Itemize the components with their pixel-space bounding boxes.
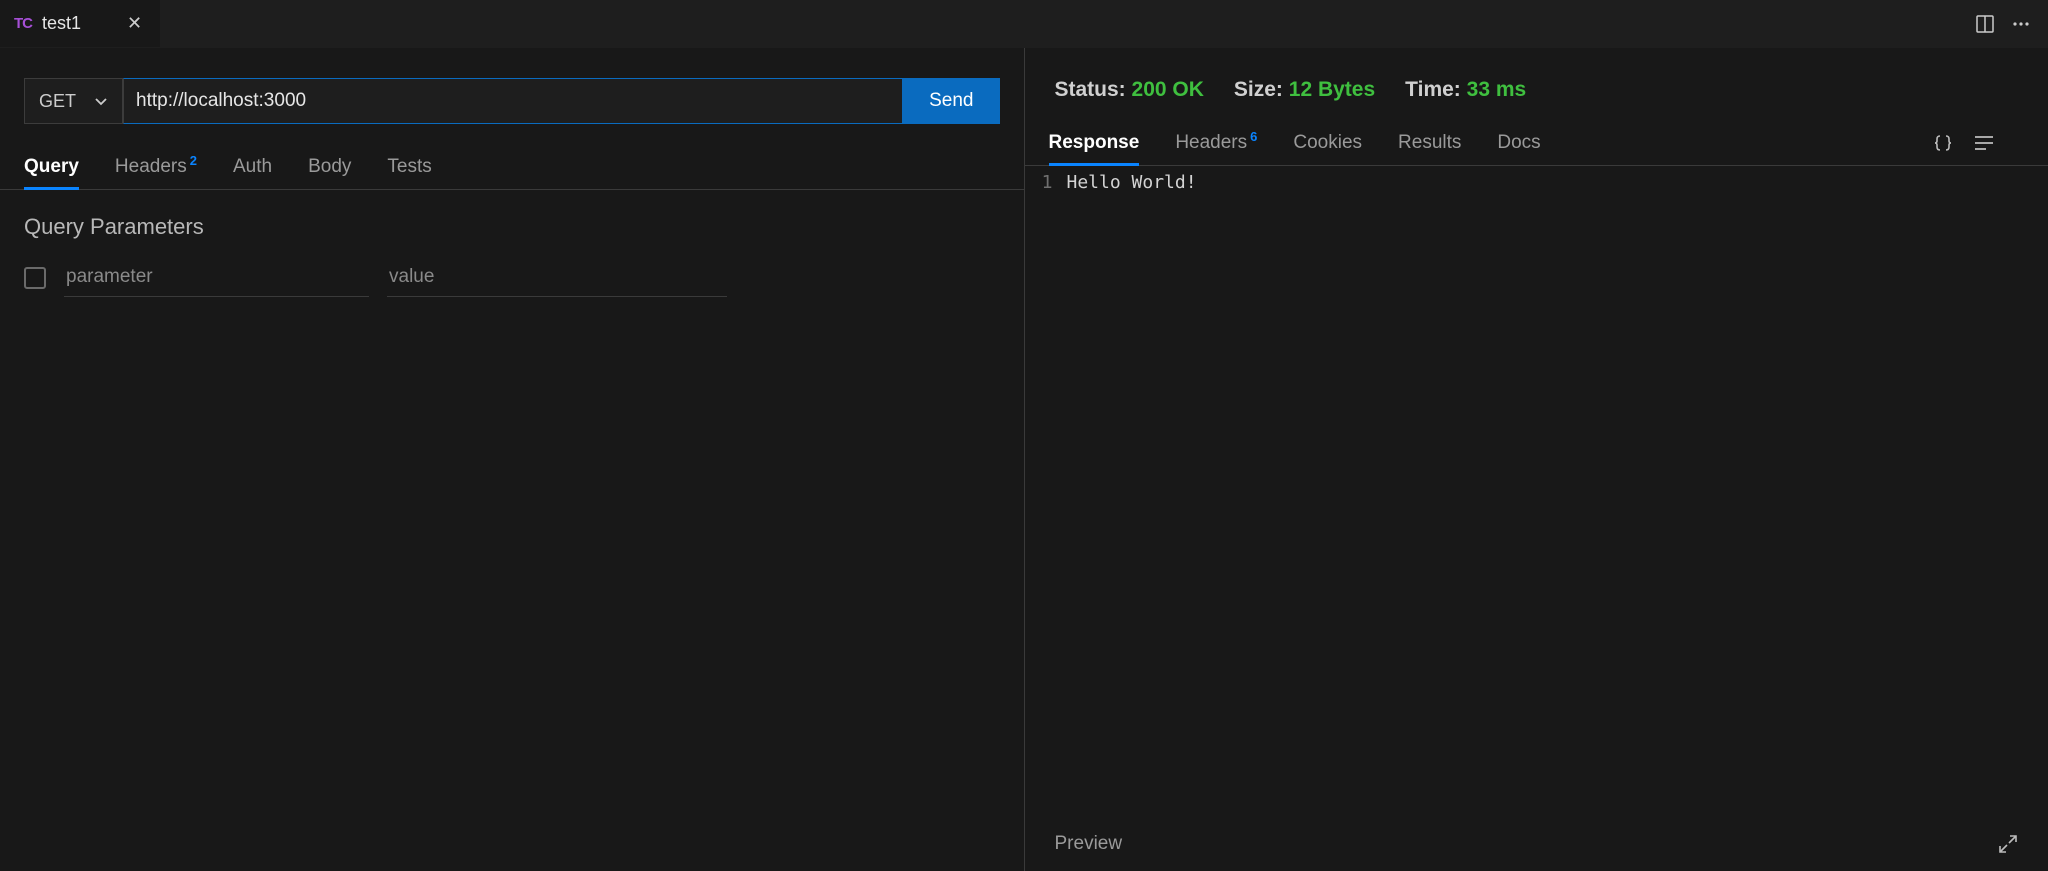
format-json-icon[interactable] — [1934, 134, 1952, 152]
param-name-input[interactable] — [64, 258, 369, 297]
response-status-row: Status: 200 OK Size: 12 Bytes Time: 33 m… — [1025, 48, 2048, 102]
time-value: 33 ms — [1467, 78, 1527, 101]
tab-docs[interactable]: Docs — [1497, 120, 1540, 165]
tab-label: Cookies — [1293, 132, 1362, 154]
tab-tests[interactable]: Tests — [387, 144, 431, 189]
tab-response-headers[interactable]: Headers 6 — [1175, 120, 1257, 165]
tab-label: Headers — [1175, 132, 1247, 154]
editor-tab[interactable]: TC test1 ✕ — [0, 0, 160, 47]
http-method-value: GET — [39, 91, 76, 112]
url-input[interactable] — [123, 78, 903, 124]
tab-label: Response — [1049, 132, 1140, 154]
close-icon[interactable]: ✕ — [127, 13, 142, 34]
expand-icon[interactable] — [1998, 834, 2018, 854]
response-body-line: Hello World! — [1067, 172, 1197, 193]
tab-auth[interactable]: Auth — [233, 144, 272, 189]
tab-label: Tests — [387, 156, 431, 178]
request-tabs: Query Headers 2 Auth Body Tests — [0, 144, 1024, 190]
tab-label: Docs — [1497, 132, 1540, 154]
response-pane: Status: 200 OK Size: 12 Bytes Time: 33 m… — [1025, 48, 2048, 871]
chevron-down-icon — [94, 94, 108, 108]
tab-query[interactable]: Query — [24, 144, 79, 189]
preview-label[interactable]: Preview — [1055, 833, 1123, 855]
size-value: 12 Bytes — [1289, 78, 1375, 101]
more-icon[interactable] — [2012, 15, 2030, 33]
request-pane: GET Send Query Headers 2 Auth — [0, 48, 1025, 871]
status-value: 200 OK — [1132, 78, 1204, 101]
param-value-input[interactable] — [387, 258, 727, 297]
param-checkbox[interactable] — [24, 267, 46, 289]
tab-cookies[interactable]: Cookies — [1293, 120, 1362, 165]
thunderclient-badge-icon: TC — [14, 15, 32, 32]
tab-label: Body — [308, 156, 351, 178]
editor-tabbar: TC test1 ✕ — [0, 0, 2048, 48]
query-param-row — [24, 258, 1000, 297]
tab-label: Auth — [233, 156, 272, 178]
tab-results[interactable]: Results — [1398, 120, 1461, 165]
tab-label: Headers — [115, 156, 187, 178]
tab-badge: 6 — [1250, 129, 1257, 144]
response-body[interactable]: 1 Hello World! — [1025, 166, 2048, 199]
tab-headers[interactable]: Headers 2 — [115, 144, 197, 189]
response-tabs: Response Headers 6 Cookies Results Docs — [1025, 120, 2048, 166]
line-number: 1 — [1025, 172, 1067, 193]
tab-badge: 2 — [190, 153, 197, 168]
time-label: Time: — [1405, 78, 1461, 101]
size-label: Size: — [1234, 78, 1283, 101]
wrap-lines-icon[interactable] — [1974, 134, 1994, 152]
send-button[interactable]: Send — [903, 78, 999, 124]
tab-label: Query — [24, 156, 79, 178]
http-method-select[interactable]: GET — [24, 78, 123, 124]
tab-response[interactable]: Response — [1049, 120, 1140, 165]
status-label: Status: — [1055, 78, 1126, 101]
tabbar-actions — [1976, 15, 2048, 33]
tab-title: test1 — [42, 13, 81, 34]
tab-label: Results — [1398, 132, 1461, 154]
tab-body[interactable]: Body — [308, 144, 351, 189]
split-editor-icon[interactable] — [1976, 15, 1994, 33]
query-params-title: Query Parameters — [24, 214, 1000, 240]
